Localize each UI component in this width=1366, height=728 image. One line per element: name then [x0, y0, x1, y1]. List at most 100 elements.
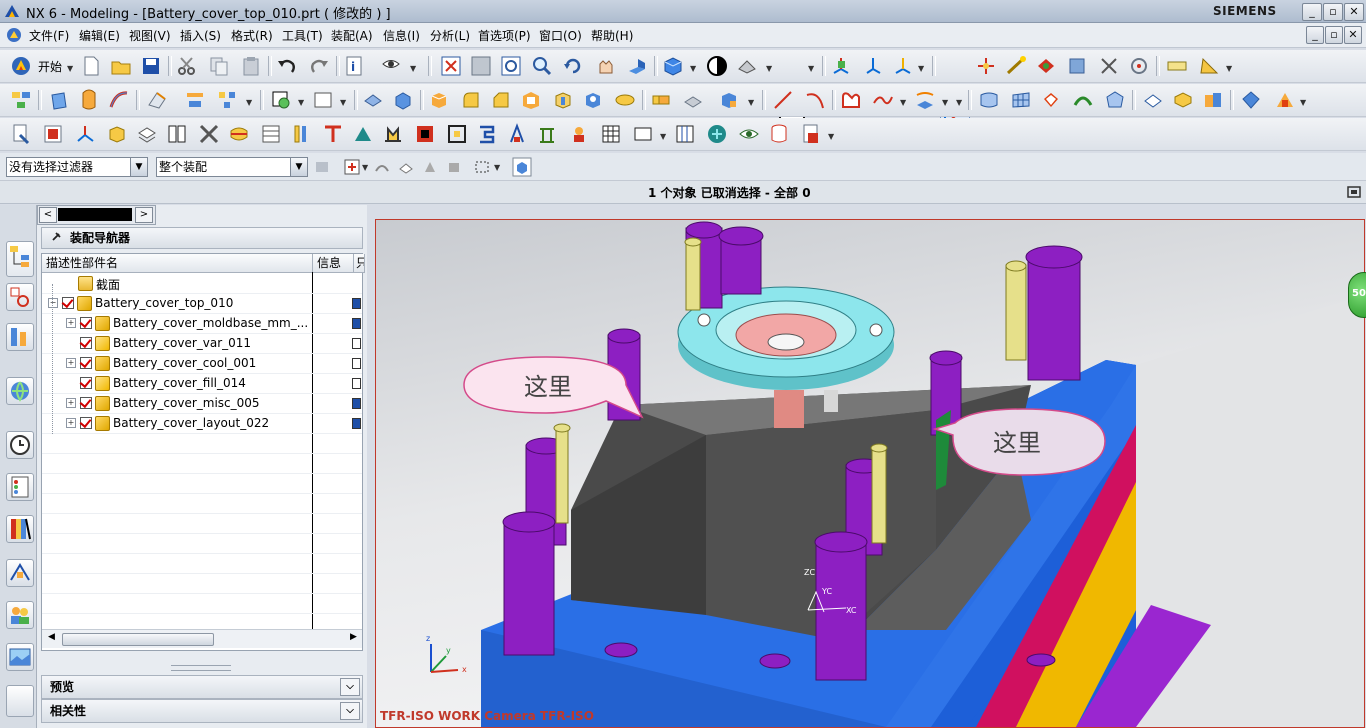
reuse-library-tab[interactable]: [6, 377, 34, 405]
roles-tab[interactable]: [6, 601, 34, 629]
undo-icon[interactable]: [276, 55, 298, 77]
tree-row[interactable]: + Battery_cover_layout_022: [42, 413, 362, 434]
tree-row[interactable]: + Battery_cover_cool_001: [42, 353, 362, 374]
arc-center-icon[interactable]: [1128, 55, 1150, 77]
visibility-checkbox[interactable]: [80, 337, 92, 349]
edge-blend-icon[interactable]: [460, 89, 482, 111]
line-icon[interactable]: [772, 89, 794, 111]
pin-icon[interactable]: [50, 231, 62, 243]
zoom-window-icon[interactable]: [470, 55, 492, 77]
shrinkage-icon[interactable]: [106, 123, 128, 145]
datum-plane-icon[interactable]: [270, 89, 292, 111]
part-navigator-tab[interactable]: [6, 323, 34, 351]
doc-minimize-button[interactable]: _: [1306, 26, 1324, 44]
n-sided-surface-icon[interactable]: [1104, 89, 1126, 111]
menu-format[interactable]: 格式(R): [231, 27, 273, 44]
product-icon[interactable]: [42, 123, 64, 145]
column-header-name[interactable]: 描述性部件名: [42, 254, 313, 273]
parting-icon[interactable]: [228, 123, 250, 145]
body-rule-icon[interactable]: [446, 159, 462, 175]
ruled-surface-icon[interactable]: [978, 89, 1000, 111]
assembly-navigator-tab[interactable]: [6, 241, 34, 277]
menu-window[interactable]: 窗口(O): [539, 27, 582, 44]
splitter-handle[interactable]: [171, 665, 231, 671]
point-set-icon[interactable]: [872, 89, 894, 111]
mid-point-icon[interactable]: [1035, 55, 1057, 77]
background-icon[interactable]: [706, 55, 728, 77]
close-button[interactable]: ✕: [1344, 3, 1364, 21]
scroll-left-button[interactable]: <: [39, 207, 57, 223]
trim-body-icon[interactable]: [184, 89, 206, 111]
assembly-icon[interactable]: [10, 89, 32, 111]
hole-table-icon[interactable]: [600, 123, 622, 145]
pocket-icon[interactable]: [506, 123, 528, 145]
box-icon[interactable]: [428, 89, 450, 111]
menu-assembly[interactable]: 装配(A): [331, 27, 373, 44]
intersect-icon[interactable]: [718, 89, 740, 111]
zoom-area-icon[interactable]: [500, 55, 522, 77]
constraint-navigator-tab[interactable]: [6, 283, 34, 311]
menu-file[interactable]: 文件(F): [29, 27, 69, 44]
menu-info[interactable]: 信息(I): [383, 27, 420, 44]
electrode-icon[interactable]: [446, 123, 468, 145]
graphics-window[interactable]: 这里 这里 ZC YC XC z y x TFR-ISO WORK Camera…: [375, 219, 1365, 728]
system-materials-tab[interactable]: [6, 473, 34, 501]
selection-filter-select[interactable]: 没有选择过滤器 ▼: [6, 157, 148, 177]
paste-icon[interactable]: [240, 55, 262, 77]
perspective-icon[interactable]: [626, 55, 648, 77]
swoop-icon[interactable]: [1040, 89, 1062, 111]
mold-tools-icon[interactable]: [198, 123, 220, 145]
expand-icon[interactable]: +: [66, 418, 76, 428]
offset-face-icon[interactable]: [362, 89, 384, 111]
assembly-drawing-icon[interactable]: [568, 123, 590, 145]
thicken-icon[interactable]: [1172, 89, 1194, 111]
snap-point-icon[interactable]: [975, 55, 997, 77]
workpiece-icon[interactable]: [136, 123, 158, 145]
performance-badge[interactable]: 50: [1348, 272, 1366, 318]
extrude-icon[interactable]: [48, 89, 70, 111]
tree-row[interactable]: Battery_cover_fill_014: [42, 373, 362, 394]
scrollbar-thumb[interactable]: [62, 633, 214, 646]
hole-icon[interactable]: [582, 89, 604, 111]
tree-row[interactable]: + Battery_cover_misc_005: [42, 393, 362, 414]
information-icon[interactable]: i: [344, 55, 366, 77]
chevron-down-icon[interactable]: ⌵: [340, 702, 360, 720]
boss-icon[interactable]: [614, 89, 636, 111]
mold-csys-icon[interactable]: [74, 123, 96, 145]
sew-icon[interactable]: [1202, 89, 1224, 111]
shaded-view-icon[interactable]: [662, 55, 684, 77]
trim-mold-icon[interactable]: [476, 123, 498, 145]
layout-icon[interactable]: [166, 123, 188, 145]
snap-filter-icon[interactable]: [344, 159, 360, 175]
start-icon[interactable]: [10, 55, 32, 77]
redo-icon[interactable]: [308, 55, 330, 77]
unite-icon[interactable]: [650, 89, 672, 111]
database-icon[interactable]: [768, 123, 790, 145]
rotate-icon[interactable]: [562, 55, 584, 77]
scroll-left-arrow[interactable]: ◀: [48, 632, 55, 642]
cast-process-icon[interactable]: [706, 123, 728, 145]
ejector-pin-icon[interactable]: [322, 123, 344, 145]
ruler-icon[interactable]: [1166, 55, 1188, 77]
project-init-icon[interactable]: [10, 123, 32, 145]
column-header-info[interactable]: 信息: [313, 254, 354, 273]
visibility-checkbox[interactable]: [62, 297, 74, 309]
end-point-icon[interactable]: [1005, 55, 1027, 77]
bom-icon[interactable]: [536, 123, 558, 145]
slide-lifter-icon[interactable]: [382, 123, 404, 145]
assembly-scope-select[interactable]: 整个装配 ▼: [156, 157, 308, 177]
curve-rule-icon[interactable]: [374, 159, 390, 175]
copy-icon[interactable]: [208, 55, 230, 77]
feature-rule-icon[interactable]: [422, 159, 438, 175]
chevron-down-icon[interactable]: ▼: [290, 158, 307, 176]
trim-sheet-icon[interactable]: [1274, 89, 1296, 111]
orient-view-icon[interactable]: [830, 55, 852, 77]
visibility-checkbox[interactable]: [80, 357, 92, 369]
new-file-icon[interactable]: [80, 55, 102, 77]
arc-icon[interactable]: [804, 89, 826, 111]
blend-icon[interactable]: [146, 89, 168, 111]
menu-analysis[interactable]: 分析(L): [430, 27, 470, 44]
app-menu-icon[interactable]: [6, 27, 22, 43]
quick-pick-icon[interactable]: [512, 157, 532, 177]
panel-tab-slider[interactable]: [58, 208, 132, 221]
